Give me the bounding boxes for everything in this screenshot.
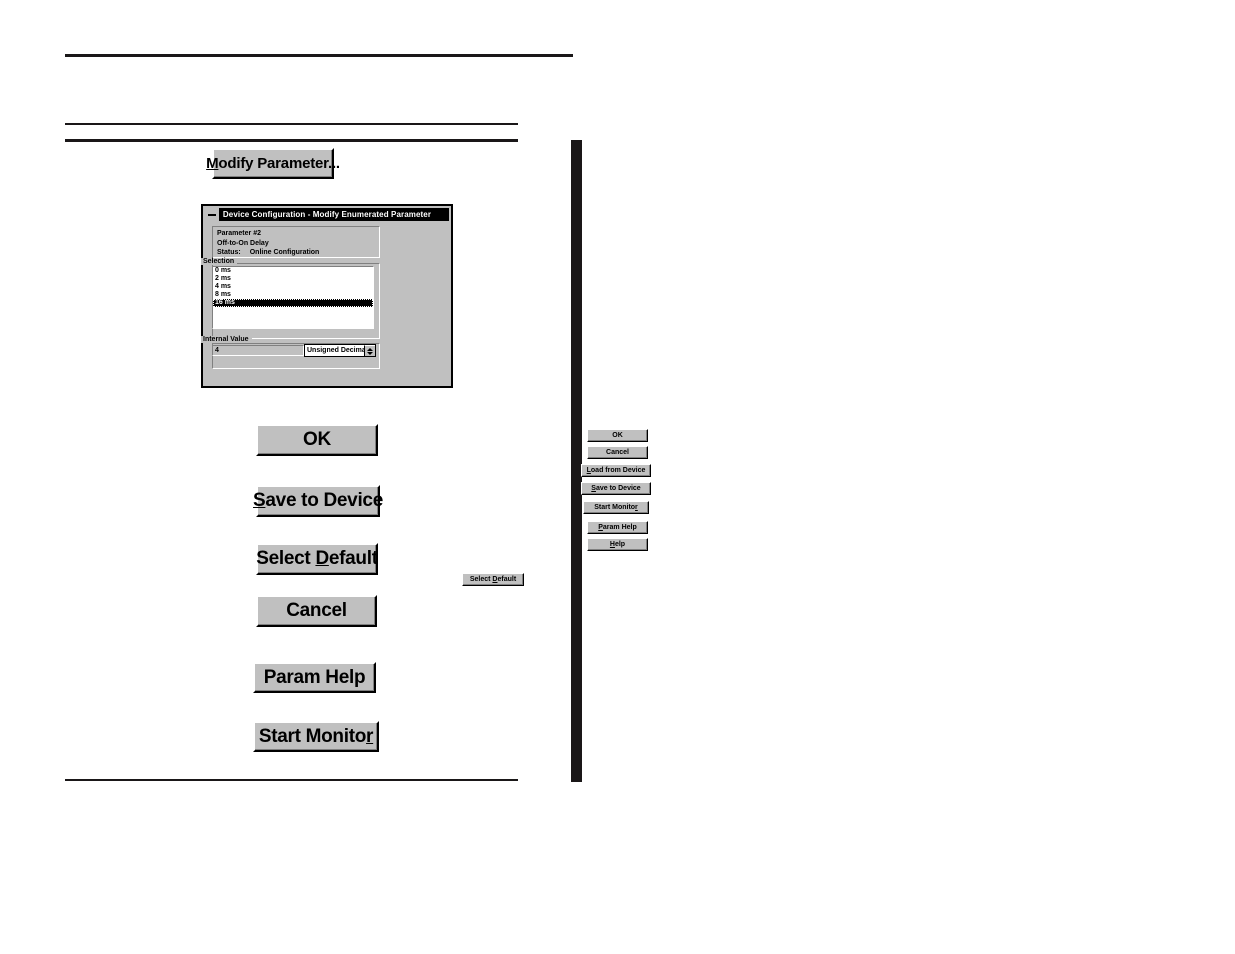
dialog-param-help-button-label: Param Help xyxy=(598,524,637,531)
dialog-ok-button-label: OK xyxy=(612,432,623,439)
parameter-name: Off-to-On Delay xyxy=(217,239,269,247)
modify-parameter-button-label: Modify Parameter... xyxy=(206,155,340,172)
list-item[interactable]: 2 ms xyxy=(213,275,373,283)
dialog-param-help-button[interactable]: Param Help xyxy=(587,521,648,534)
dialog-load-from-device-button[interactable]: Load from Device xyxy=(581,464,651,477)
list-item[interactable]: 0 ms xyxy=(213,267,373,275)
dialog-help-button-label: Help xyxy=(609,541,626,548)
dialog-save-to-device-button-label: Save to Device xyxy=(591,485,641,492)
ok-button-label: OK xyxy=(303,429,331,450)
dialog-cancel-button[interactable]: Cancel xyxy=(587,446,648,459)
param-help-button-label: Param Help xyxy=(263,666,366,688)
internal-value-label: Internal Value xyxy=(201,336,252,343)
horizontal-rule-bottom xyxy=(65,779,518,781)
chevron-updown-icon[interactable] xyxy=(364,345,375,356)
chevron-down-icon xyxy=(367,351,373,355)
cancel-button-label: Cancel xyxy=(286,600,347,621)
page-sidebar-bar xyxy=(571,140,582,782)
modify-parameter-button[interactable]: Modify Parameter... xyxy=(206,148,340,179)
list-item[interactable]: 8 ms xyxy=(213,291,373,299)
dialog-ok-button[interactable]: OK xyxy=(587,429,648,442)
save-to-device-button[interactable]: Save to Device xyxy=(253,485,383,517)
minimize-icon-bar xyxy=(208,213,216,216)
parameter-number: Parameter #2 xyxy=(217,230,261,237)
select-default-button-label: Select Default xyxy=(256,548,378,569)
dialog-start-monitor-button-label: Start Monitor xyxy=(594,504,638,511)
dialog-title: Device Configuration - Modify Enumerated… xyxy=(222,210,432,219)
select-default-button[interactable]: Select Default xyxy=(256,543,378,575)
ok-button[interactable]: OK xyxy=(256,424,378,456)
dialog-cancel-button-label: Cancel xyxy=(606,449,629,456)
parameter-status-value: Online Configuration xyxy=(249,249,320,256)
parameter-status-row: Status: Online Configuration xyxy=(217,248,379,258)
dialog-select-default-button[interactable]: Select Default xyxy=(462,573,524,586)
dialog-help-button[interactable]: Help xyxy=(587,538,648,551)
minimize-icon[interactable] xyxy=(205,208,220,221)
selection-group-label: Selection xyxy=(201,258,238,265)
save-to-device-button-label: Save to Device xyxy=(253,490,383,511)
list-item[interactable]: 16 ms xyxy=(213,299,373,307)
selection-listbox[interactable]: 0 ms 2 ms 4 ms 8 ms 16 ms xyxy=(212,266,374,329)
dialog-load-from-device-button-label: Load from Device xyxy=(586,467,646,474)
parameter-info-group: Parameter #2 Off-to-On Delay Status: Onl… xyxy=(212,226,380,258)
dialog-titlebar: Device Configuration - Modify Enumerated… xyxy=(205,208,449,221)
start-monitor-button[interactable]: Start Monitor xyxy=(253,721,379,752)
horizontal-rule-middle-thick xyxy=(65,139,518,142)
parameter-status-label: Status: xyxy=(217,249,241,256)
internal-value-field[interactable]: 4 xyxy=(212,345,304,356)
cancel-button[interactable]: Cancel xyxy=(256,595,377,627)
horizontal-rule-top xyxy=(65,54,573,57)
dialog-start-monitor-button[interactable]: Start Monitor xyxy=(583,501,649,514)
chevron-up-icon xyxy=(367,347,373,351)
param-help-button[interactable]: Param Help xyxy=(253,662,376,693)
horizontal-rule-middle-thin xyxy=(65,123,518,125)
dialog-select-default-button-label: Select Default xyxy=(469,576,517,583)
dialog-save-to-device-button[interactable]: Save to Device xyxy=(581,482,651,495)
value-format-dropdown-value: Unsigned Decimal xyxy=(307,347,364,354)
value-format-dropdown[interactable]: Unsigned Decimal xyxy=(304,344,376,357)
list-item[interactable]: 4 ms xyxy=(213,283,373,291)
start-monitor-button-label: Start Monitor xyxy=(258,725,374,747)
